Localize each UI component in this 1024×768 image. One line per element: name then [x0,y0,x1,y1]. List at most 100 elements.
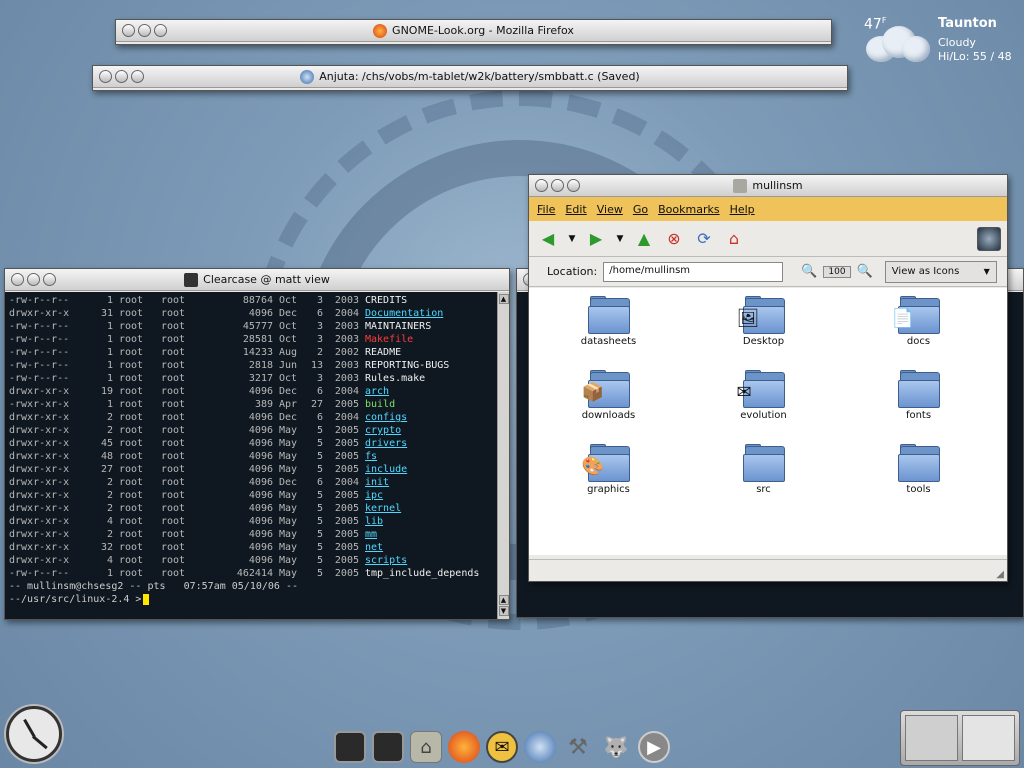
folder-item[interactable]: 🎨 graphics [531,444,686,518]
back-icon[interactable]: ◀ [537,228,559,250]
window-title: mullinsm [752,179,803,192]
close-button[interactable] [535,179,548,192]
zoom-in-icon[interactable]: 🔍 [857,264,873,279]
close-button[interactable] [122,24,135,37]
minimize-button[interactable] [551,179,564,192]
hammer-icon[interactable]: ⚒ [562,731,594,763]
minimize-button[interactable] [27,273,40,286]
terminal-cell-n: 45 [100,438,113,449]
maximize-button[interactable] [567,179,580,192]
folder-item[interactable]: ✉ evolution [686,370,841,444]
prompt-input-line[interactable]: --/usr/src/linux-2.4 > [9,593,493,606]
terminal-cell-name: include [365,464,408,475]
up-icon[interactable]: ▲ [633,228,655,250]
maximize-button[interactable] [43,273,56,286]
terminal-cell-size: 4096 [248,425,273,436]
terminal-cell-perm: drwxr-xr-x [9,542,70,553]
terminal-cell-g: root [161,373,186,384]
folder-icon: 🎨 [582,444,630,482]
terminal-cell-g: root [161,425,186,436]
play-icon[interactable]: ▶ [638,731,670,763]
firefox-window[interactable]: GNOME-Look.org - Mozilla Firefox [115,19,832,45]
firefox-icon [373,23,388,38]
folder-item[interactable]: 📄 docs [841,296,996,370]
workspace-pager[interactable] [900,710,1020,766]
terminal-cell-perm: drwxr-xr-x [9,451,70,462]
reload-icon[interactable]: ⟳ [693,228,715,250]
anjuta-window[interactable]: Anjuta: /chs/vobs/m-tablet/w2k/battery/s… [92,65,848,91]
anjuta-icon[interactable] [524,731,556,763]
terminal-cell-size: 3217 [248,373,273,384]
clock-icon[interactable] [6,706,62,762]
folder-label: graphics [587,484,630,495]
terminal-icon[interactable] [334,731,366,763]
scroll-up-arrow[interactable]: ▲ [498,294,509,304]
folder-label: datasheets [580,336,637,347]
terminal-window[interactable]: Clearcase @ matt view -rw-r--r-- 1 root roo… [4,268,510,620]
terminal-cell-n: 4 [106,555,113,566]
forward-history-chevron-icon[interactable]: ▼ [615,228,625,250]
terminal-cell-day: 5 [316,451,323,462]
workspace-2[interactable] [962,715,1015,761]
anjuta-titlebar[interactable]: Anjuta: /chs/vobs/m-tablet/w2k/battery/s… [93,66,847,88]
weather-applet[interactable]: 47F Taunton Cloudy Hi/Lo: 55 / 48 [860,14,1020,74]
terminal-output[interactable]: -rw-r--r-- 1 root root 88764 Oct 3 2003 CREDITS d… [5,292,497,619]
terminal-icon[interactable] [372,731,404,763]
file-manager-titlebar[interactable]: mullinsm [529,175,1007,197]
folder-item[interactable]: 🖼 Desktop [686,296,841,370]
maximize-button[interactable] [154,24,167,37]
terminal-cell-mon: May [279,490,298,501]
zoom-out-icon[interactable]: 🔍 [801,264,817,279]
terminal-cell-mon: Apr [279,399,298,410]
zoom-level[interactable]: 100 [823,265,851,278]
firefox-titlebar[interactable]: GNOME-Look.org - Mozilla Firefox [116,20,831,42]
file-manager-window[interactable]: mullinsm File Edit View Go Bookmarks Hel… [528,174,1008,582]
anjuta-icon [300,69,315,84]
menu-file[interactable]: File [537,203,555,216]
folder-item[interactable]: datasheets [531,296,686,370]
home-icon[interactable]: ⌂ [723,228,745,250]
menu-edit[interactable]: Edit [565,203,586,216]
terminal-row: -rw-r--r-- 1 root root 14233 Aug 2 2002 README [9,346,493,359]
home-folder-icon[interactable]: ⌂ [410,731,442,763]
close-button[interactable] [99,70,112,83]
terminal-cell-size: 4096 [248,386,273,397]
menu-bookmarks[interactable]: Bookmarks [658,203,719,216]
scroll-up-arrow[interactable]: ▲ [498,595,509,605]
back-history-chevron-icon[interactable]: ▼ [567,228,577,250]
terminal-cell-n: 2 [106,425,113,436]
forward-icon[interactable]: ▶ [585,228,607,250]
menu-view[interactable]: View [597,203,623,216]
location-input[interactable]: /home/mullinsm [603,261,784,282]
maximize-button[interactable] [131,70,144,83]
gimp-icon[interactable]: 🐺 [600,731,632,763]
minimize-button[interactable] [115,70,128,83]
terminal-cell-perm: drwxr-xr-x [9,516,70,527]
mail-icon[interactable]: ✉ [486,731,518,763]
view-as-select[interactable]: View as Icons ▼ [884,260,997,283]
stop-icon[interactable]: ⊗ [663,228,685,250]
folder-item[interactable]: src [686,444,841,518]
resize-grip-icon[interactable]: ◢ [996,569,1004,580]
terminal-titlebar[interactable]: Clearcase @ matt view [5,269,509,291]
folder-item[interactable]: tools [841,444,996,518]
terminal-row: drwxr-xr-x 27 root root 4096 May 5 2005 include [9,463,493,476]
icon-view[interactable]: datasheets 🖼 Desktop 📄 docs 📦 downloads ✉ evolut… [529,288,1007,555]
workspace-1[interactable] [905,715,958,761]
folder-item[interactable]: 📦 downloads [531,370,686,444]
terminal-cell-g: root [161,555,186,566]
terminal-row: drwxr-xr-x 2 root root 4096 Dec 6 2004 configs [9,411,493,424]
terminal-scrollbar[interactable]: ▲ ▲ ▼ [497,292,509,619]
terminal-cell-perm: drwxr-xr-x [9,386,70,397]
folder-emblem-icon: 📄 [891,308,914,329]
menu-help[interactable]: Help [730,203,755,216]
scroll-down-arrow[interactable]: ▼ [498,606,509,616]
folder-item[interactable]: fonts [841,370,996,444]
close-button[interactable] [11,273,24,286]
terminal-row: drwxr-xr-x 45 root root 4096 May 5 2005 drivers [9,437,493,450]
terminal-cell-n: 2 [106,529,113,540]
minimize-button[interactable] [138,24,151,37]
firefox-icon[interactable] [448,731,480,763]
terminal-cell-n: 27 [100,464,113,475]
menu-go[interactable]: Go [633,203,648,216]
